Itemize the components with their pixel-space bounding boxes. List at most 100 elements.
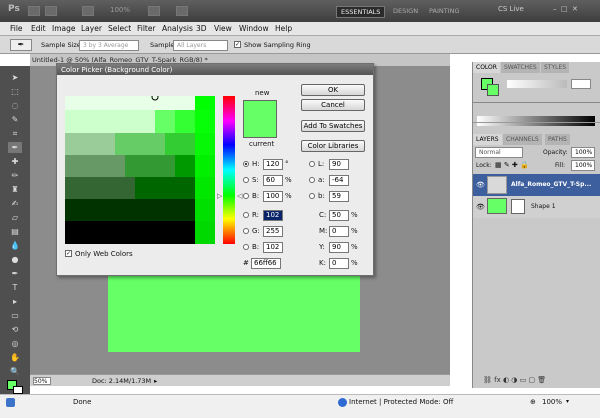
- app-zoom-level[interactable]: 100%: [110, 6, 130, 14]
- only-web-colors-checkbox[interactable]: ✓: [65, 250, 72, 257]
- cs-live-button[interactable]: CS Live: [498, 5, 524, 13]
- tab-paths[interactable]: PATHS: [545, 134, 570, 145]
- eraser-tool-icon[interactable]: ▱: [8, 212, 22, 223]
- eyedropper-preset-icon[interactable]: ✒: [10, 39, 32, 51]
- bridge-icon[interactable]: [28, 6, 40, 16]
- page-zoom-level[interactable]: 100%: [542, 398, 562, 406]
- layer-name[interactable]: Alfa_Romeo_GTV_T-Sp...: [511, 181, 591, 188]
- menu-edit[interactable]: Edit: [31, 24, 46, 33]
- saturation-radio[interactable]: [243, 177, 249, 183]
- lock-icons[interactable]: ▦ ✎ ✚ 🔒: [495, 161, 529, 169]
- brush-tool-icon[interactable]: ✏: [8, 170, 22, 181]
- window-controls[interactable]: – □ ✕: [553, 5, 593, 15]
- shape-tool-icon[interactable]: ▭: [8, 310, 22, 321]
- mini-bridge-icon[interactable]: [45, 6, 57, 16]
- hex-input[interactable]: 66ff66: [251, 258, 281, 269]
- lasso-tool-icon[interactable]: ◌: [8, 100, 22, 111]
- color-libraries-button[interactable]: Color Libraries: [301, 140, 365, 152]
- lab-b-input[interactable]: 59: [329, 191, 349, 202]
- layer-actions-icons[interactable]: ⛓ fx ◐ ◑ ▭ ▢ 🗑: [483, 376, 546, 384]
- healing-brush-tool-icon[interactable]: ✚: [8, 156, 22, 167]
- hue-slider[interactable]: [223, 96, 235, 244]
- cyan-input[interactable]: 50: [329, 210, 349, 221]
- menu-view[interactable]: View: [214, 24, 232, 33]
- lab-a-radio[interactable]: [309, 177, 315, 183]
- layer-name[interactable]: Shape 1: [531, 203, 556, 210]
- visibility-eye-icon[interactable]: 👁: [476, 203, 485, 211]
- color-field[interactable]: [65, 96, 215, 244]
- yellow-input[interactable]: 90: [329, 242, 349, 253]
- security-zone-status[interactable]: Internet | Protected Mode: Off: [349, 398, 453, 406]
- document-canvas[interactable]: [108, 276, 360, 352]
- cancel-button[interactable]: Cancel: [301, 99, 365, 111]
- lab-b-radio[interactable]: [309, 193, 315, 199]
- fill-field[interactable]: 100%: [571, 160, 595, 171]
- menu-analysis[interactable]: Analysis: [162, 24, 193, 33]
- saturation-input[interactable]: 60: [263, 175, 283, 186]
- color-value-field[interactable]: [571, 79, 591, 89]
- menu-help[interactable]: Help: [275, 24, 292, 33]
- status-zoom-field[interactable]: 50%: [33, 377, 51, 385]
- menu-filter[interactable]: Filter: [137, 24, 156, 33]
- visibility-eye-icon[interactable]: 👁: [476, 181, 485, 189]
- hand-icon[interactable]: [82, 6, 94, 16]
- green-input[interactable]: 255: [263, 226, 283, 237]
- arrange-documents-icon[interactable]: [148, 6, 160, 16]
- tab-layers[interactable]: LAYERS: [473, 134, 502, 145]
- tab-swatches[interactable]: SWATCHES: [501, 62, 540, 73]
- blur-tool-icon[interactable]: 💧: [8, 240, 22, 251]
- menu-layer[interactable]: Layer: [81, 24, 102, 33]
- workspace-painting[interactable]: PAINTING: [425, 6, 464, 18]
- opacity-field[interactable]: 100%: [571, 147, 595, 158]
- sample-select[interactable]: All Layers: [173, 40, 228, 51]
- workspace-design[interactable]: DESIGN: [389, 6, 422, 18]
- layer-row[interactable]: 👁 Shape 1: [473, 196, 600, 218]
- red-radio[interactable]: [243, 212, 249, 218]
- dodge-tool-icon[interactable]: ●: [8, 254, 22, 265]
- red-input[interactable]: 102: [263, 210, 283, 221]
- lab-l-radio[interactable]: [309, 161, 315, 167]
- blue-radio[interactable]: [243, 244, 249, 250]
- zoom-dropdown-icon[interactable]: ▾: [566, 398, 569, 405]
- color-ramp[interactable]: [477, 116, 595, 126]
- type-tool-icon[interactable]: T: [8, 282, 22, 293]
- lab-a-input[interactable]: -64: [329, 175, 349, 186]
- screen-mode-icon[interactable]: [176, 6, 188, 16]
- sample-size-select[interactable]: 3 by 3 Average: [79, 40, 139, 51]
- show-sampling-ring-checkbox[interactable]: ✓: [234, 41, 241, 48]
- magenta-input[interactable]: 0: [329, 226, 349, 237]
- panel-background-swatch[interactable]: [487, 84, 499, 96]
- hue-slider-left-arrow-icon[interactable]: ▷: [217, 192, 222, 200]
- green-radio[interactable]: [243, 228, 249, 234]
- clone-stamp-tool-icon[interactable]: ♜: [8, 184, 22, 195]
- marquee-tool-icon[interactable]: ⬚: [8, 86, 22, 97]
- brightness-radio[interactable]: [243, 193, 249, 199]
- layer-row[interactable]: 👁 Alfa_Romeo_GTV_T-Sp...: [473, 174, 600, 196]
- hue-slider-right-arrow-icon[interactable]: ◁: [237, 192, 242, 200]
- background-color-swatch[interactable]: [13, 386, 23, 394]
- path-selection-tool-icon[interactable]: ▸: [8, 296, 22, 307]
- 3d-orbit-tool-icon[interactable]: ◎: [8, 338, 22, 349]
- brightness-input[interactable]: 100: [263, 191, 283, 202]
- gradient-tool-icon[interactable]: ▤: [8, 226, 22, 237]
- eyedropper-tool-icon[interactable]: ✒: [8, 142, 22, 153]
- menu-image[interactable]: Image: [52, 24, 76, 33]
- ok-button[interactable]: OK: [301, 84, 365, 96]
- tab-color[interactable]: COLOR: [473, 62, 500, 73]
- zoom-tool-icon[interactable]: 🔍: [8, 366, 22, 377]
- workspace-essentials[interactable]: ESSENTIALS: [336, 6, 386, 18]
- crop-tool-icon[interactable]: ⌗: [8, 128, 22, 139]
- history-brush-tool-icon[interactable]: ✍: [8, 198, 22, 209]
- black-input[interactable]: 0: [329, 258, 349, 269]
- page-zoom-icon[interactable]: ⊕: [530, 398, 536, 406]
- hue-input[interactable]: 120: [263, 159, 283, 170]
- blend-mode-select[interactable]: Normal: [475, 147, 523, 158]
- hand-tool-icon[interactable]: ✋: [8, 352, 22, 363]
- add-to-swatches-button[interactable]: Add To Swatches: [301, 120, 365, 132]
- menu-window[interactable]: Window: [239, 24, 269, 33]
- menu-3d[interactable]: 3D: [196, 24, 207, 33]
- menu-file[interactable]: File: [10, 24, 23, 33]
- status-arrow-icon[interactable]: ▸: [154, 377, 157, 385]
- menu-select[interactable]: Select: [108, 24, 131, 33]
- color-slider-track[interactable]: [507, 80, 567, 88]
